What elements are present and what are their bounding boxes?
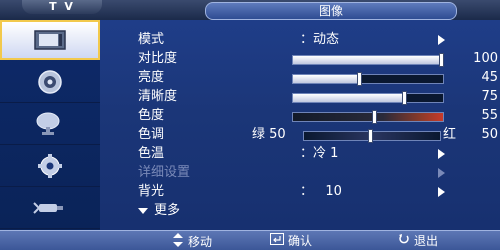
tv-osd-window: T V 图像 模式 ：动态 对比度 100 亮度 45 清晰度 75 色度 55… — [0, 0, 500, 250]
mode-value: ：动态 — [300, 32, 340, 47]
menu-row-more[interactable]: 更多 — [100, 202, 500, 220]
slider-fill — [293, 56, 443, 64]
slider-fill — [293, 94, 406, 102]
brightness-slider[interactable] — [292, 72, 444, 86]
submenu-arrow-icon — [438, 168, 445, 178]
chevron-down-icon — [138, 207, 148, 214]
return-icon — [398, 233, 410, 249]
tint-value: 50 — [481, 127, 498, 142]
menu-item-label: 色温 — [138, 146, 165, 161]
menu-row-color[interactable]: 色度 55 — [100, 107, 500, 125]
slider-fill — [293, 75, 361, 83]
picture-icon — [33, 27, 67, 53]
setup-gear-icon — [33, 153, 67, 179]
menu-item-label: 亮度 — [138, 70, 165, 85]
menu-row-color-temp[interactable]: 色温 ：冷 1 — [100, 145, 500, 163]
top-bar: T V 图像 — [0, 0, 500, 20]
menu-item-label: 色调 — [138, 127, 165, 142]
picture-settings-menu: 模式 ：动态 对比度 100 亮度 45 清晰度 75 色度 55 色调 绿 5… — [100, 20, 500, 230]
sidebar-item-setup[interactable] — [0, 146, 100, 187]
color-value: 55 — [481, 108, 498, 123]
brightness-value: 45 — [481, 70, 498, 85]
slider-knob[interactable] — [402, 91, 407, 105]
bottom-hint-bar: 移动 确认 退出 — [0, 230, 500, 250]
menu-row-brightness[interactable]: 亮度 45 — [100, 69, 500, 87]
sharpness-value: 75 — [481, 89, 498, 104]
menu-title: 图像 — [205, 2, 457, 20]
up-down-arrows-icon — [172, 233, 184, 250]
contrast-slider[interactable] — [292, 53, 444, 67]
hint-exit-label: 退出 — [414, 234, 439, 248]
input-icon — [33, 195, 67, 221]
sidebar-item-picture[interactable] — [0, 20, 100, 60]
tint-slider[interactable] — [303, 129, 441, 143]
backlight-value: ： 10 — [300, 184, 342, 199]
color-temp-value: ：冷 1 — [300, 146, 339, 161]
enter-key-icon — [270, 233, 284, 249]
submenu-arrow-icon — [438, 187, 445, 197]
menu-row-tint[interactable]: 色调 绿 50 红 50 — [100, 126, 500, 144]
menu-item-label: 清晰度 — [138, 89, 178, 104]
sidebar-item-input[interactable] — [0, 188, 100, 229]
sidebar-item-sound[interactable] — [0, 62, 100, 103]
hint-move-label: 移动 — [188, 235, 213, 249]
sidebar-item-channel[interactable] — [0, 104, 100, 145]
menu-row-backlight[interactable]: 背光 ： 10 — [100, 183, 500, 201]
menu-row-mode[interactable]: 模式 ：动态 — [100, 31, 500, 49]
color-slider[interactable] — [292, 110, 444, 124]
menu-item-label: 详细设置 — [138, 165, 191, 180]
menu-item-label: 对比度 — [138, 51, 178, 66]
sound-icon — [33, 69, 67, 95]
slider-knob[interactable] — [372, 110, 377, 124]
more-label: 更多 — [154, 203, 181, 218]
slider-knob[interactable] — [357, 72, 362, 86]
contrast-value: 100 — [473, 51, 498, 66]
slider-knob[interactable] — [439, 53, 444, 67]
tint-green-label: 绿 50 — [252, 127, 286, 142]
menu-item-label: 模式 — [138, 32, 165, 47]
hint-exit: 退出 — [398, 233, 438, 249]
hint-confirm: 确认 — [270, 233, 312, 249]
hint-confirm-label: 确认 — [288, 234, 313, 248]
submenu-arrow-icon — [438, 149, 445, 159]
hint-move: 移动 — [172, 233, 212, 250]
menu-item-label: 背光 — [138, 184, 165, 199]
menu-row-detailed-settings: 详细设置 — [100, 164, 500, 182]
slider-knob[interactable] — [368, 129, 373, 143]
tint-red-label: 红 — [443, 127, 457, 142]
menu-item-label: 色度 — [138, 108, 165, 123]
more-label-wrap: 更多 — [138, 202, 180, 220]
source-label: T V — [22, 0, 102, 14]
menu-row-contrast[interactable]: 对比度 100 — [100, 50, 500, 68]
channel-icon — [33, 111, 67, 137]
sharpness-slider[interactable] — [292, 91, 444, 105]
sidebar — [0, 20, 100, 230]
submenu-arrow-icon — [438, 35, 445, 45]
menu-row-sharpness[interactable]: 清晰度 75 — [100, 88, 500, 106]
